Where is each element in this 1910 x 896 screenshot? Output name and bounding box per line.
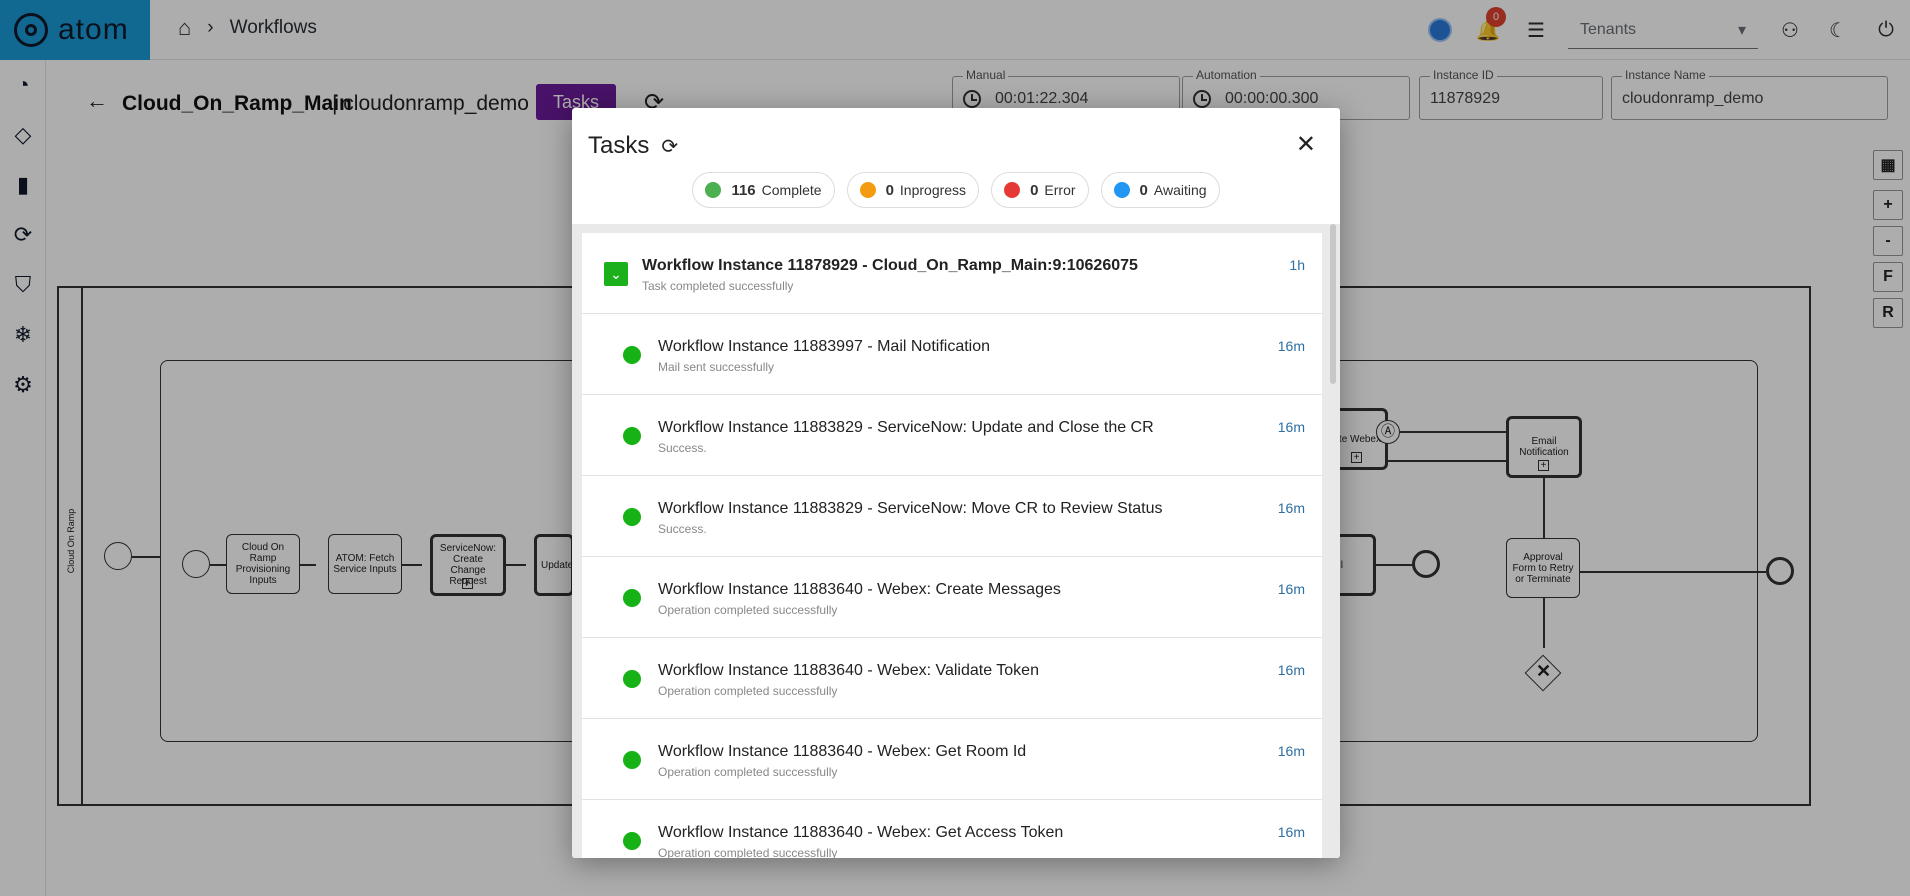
complete-status-icon: [623, 751, 641, 769]
expand-chevron-icon[interactable]: ⌄: [604, 262, 628, 286]
complete-status-icon: [623, 427, 641, 445]
refresh-icon[interactable]: ⟳: [661, 134, 678, 159]
task-subtitle: Operation completed successfully: [658, 846, 838, 858]
scrollbar[interactable]: [1330, 224, 1336, 384]
chip-count: 0: [1030, 181, 1039, 199]
task-subtitle: Mail sent successfully: [658, 360, 775, 374]
task-time: 1h: [1289, 257, 1305, 273]
task-subtitle: Operation completed successfully: [658, 684, 838, 698]
task-row[interactable]: Workflow Instance 11883640 - Webex: Crea…: [582, 557, 1322, 638]
status-chip-inprogress[interactable]: 0 Inprogress: [846, 172, 980, 208]
complete-status-icon: [623, 832, 641, 850]
status-dot-icon: [1113, 182, 1130, 198]
complete-status-icon: [623, 346, 641, 364]
status-dot-icon: [705, 182, 722, 198]
status-chip-awaiting[interactable]: 0 Awaiting: [1100, 172, 1220, 208]
task-time: 16m: [1277, 500, 1305, 516]
task-time: 16m: [1277, 743, 1305, 759]
status-dot-icon: [859, 182, 876, 198]
task-title: Workflow Instance 11883829 - ServiceNow:…: [658, 500, 1163, 517]
chip-count: 0: [885, 181, 894, 199]
task-row[interactable]: Workflow Instance 11883997 - Mail Notifi…: [582, 314, 1322, 395]
task-subtitle: Success.: [658, 522, 707, 536]
task-row[interactable]: Workflow Instance 11883829 - ServiceNow:…: [582, 476, 1322, 557]
close-icon[interactable]: ✕: [1296, 130, 1316, 159]
task-row-parent[interactable]: ⌄ Workflow Instance 11878929 - Cloud_On_R…: [582, 233, 1322, 314]
task-row[interactable]: Workflow Instance 11883640 - Webex: Get …: [582, 800, 1322, 858]
chip-label: Complete: [761, 182, 822, 198]
status-chips: 116 Complete 0 Inprogress 0 Error 0 Awaiting: [572, 172, 1340, 208]
task-time: 16m: [1277, 581, 1305, 597]
complete-status-icon: [623, 670, 641, 688]
task-title: Workflow Instance 11883640 - Webex: Crea…: [658, 581, 1061, 598]
task-title: Workflow Instance 11878929 - Cloud_On_Ra…: [642, 257, 1138, 274]
status-chip-complete[interactable]: 116 Complete: [692, 172, 835, 208]
modal-title-bar: Tasks ⟳: [588, 132, 678, 160]
status-dot-icon: [1004, 182, 1021, 198]
task-time: 16m: [1277, 662, 1305, 678]
task-title: Workflow Instance 11883829 - ServiceNow:…: [658, 419, 1154, 436]
task-subtitle: Operation completed successfully: [658, 603, 838, 617]
task-row[interactable]: Workflow Instance 11883640 - Webex: Vali…: [582, 638, 1322, 719]
task-title: Workflow Instance 11883640 - Webex: Get …: [658, 824, 1064, 841]
task-list[interactable]: ⌄ Workflow Instance 11878929 - Cloud_On_R…: [572, 224, 1340, 858]
task-subtitle: Success.: [658, 441, 707, 455]
task-title: Workflow Instance 11883997 - Mail Notifi…: [658, 338, 991, 355]
task-title: Workflow Instance 11883640 - Webex: Get …: [658, 743, 1027, 760]
task-time: 16m: [1277, 824, 1305, 840]
complete-status-icon: [623, 508, 641, 526]
task-row[interactable]: Workflow Instance 11883640 - Webex: Get …: [582, 719, 1322, 800]
chip-label: Inprogress: [899, 182, 967, 198]
complete-status-icon: [623, 589, 641, 607]
task-title: Workflow Instance 11883640 - Webex: Vali…: [658, 662, 1039, 679]
chip-label: Awaiting: [1153, 182, 1207, 198]
status-chip-error[interactable]: 0 Error: [991, 172, 1089, 208]
task-subtitle: Task completed successfully: [642, 279, 794, 293]
task-time: 16m: [1277, 419, 1305, 435]
chip-count: 116: [731, 181, 756, 199]
task-time: 16m: [1277, 338, 1305, 354]
chip-label: Error: [1044, 182, 1076, 198]
task-subtitle: Operation completed successfully: [658, 765, 838, 779]
chip-count: 0: [1139, 181, 1148, 199]
modal-title: Tasks: [588, 132, 650, 159]
task-row[interactable]: Workflow Instance 11883829 - ServiceNow:…: [582, 395, 1322, 476]
tasks-modal: Tasks ⟳ ✕ 116 Complete 0 Inprogress 0 Error 0 A…: [572, 108, 1340, 858]
